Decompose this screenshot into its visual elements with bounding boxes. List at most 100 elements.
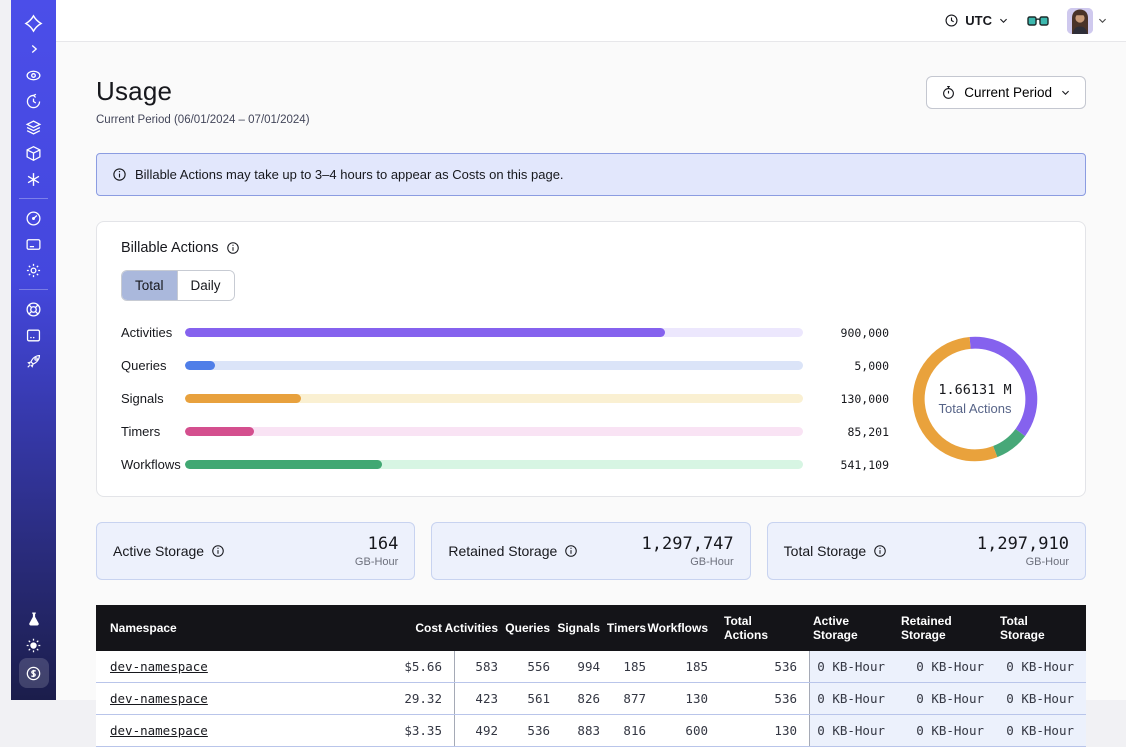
sidebar-item-billing[interactable] [19,231,49,257]
table-body: dev-namespace $5.66 583 556 994 185 185 … [96,651,1086,746]
sidebar-item-labs[interactable] [19,606,49,632]
content: Usage Current Period (06/01/2024 – 07/01… [56,76,1126,747]
clock-icon [944,13,959,28]
theme-toggle-button[interactable] [19,632,49,658]
flask-icon [26,611,42,627]
bar-label: Timers [121,424,185,439]
avatar-image [1067,8,1093,34]
bar-label: Workflows [121,457,185,472]
chevron-right-icon [27,42,41,56]
bar-fill [185,361,215,370]
sidebar-item-namespaces[interactable] [19,140,49,166]
cell-activities: 423 [454,683,510,714]
layers-icon [25,119,42,136]
cell-total-actions: 536 [720,651,809,682]
temporal-logo[interactable] [19,10,49,36]
cell-active-storage: 0 KB-Hour [809,715,897,746]
table-row: dev-namespace 29.32 423 561 826 877 130 … [96,682,1086,714]
bar-label: Signals [121,391,185,406]
bar-value: 5,000 [803,359,889,373]
bar-row-signals: Signals 130,000 [121,391,889,406]
cell-cost: $5.66 [356,651,454,682]
donut-total-value: 1.66131 M [938,382,1011,398]
namespace-link[interactable]: dev-namespace [110,659,208,674]
period-selector-button[interactable]: Current Period [926,76,1086,109]
bar-row-queries: Queries 5,000 [121,358,889,373]
cell-retained-storage: 0 KB-Hour [897,683,996,714]
retained-storage-info-icon[interactable] [564,544,578,558]
active-storage-info-icon[interactable] [211,544,225,558]
cell-signals: 826 [562,683,612,714]
sidebar-divider [19,198,48,199]
sidebar-item-support[interactable] [19,296,49,322]
tab-daily[interactable]: Daily [177,271,234,300]
col-activities: Activities [454,605,510,651]
storage-card-label: Active Storage [113,543,204,559]
cell-total-actions: 130 [720,715,809,746]
sun-icon [25,637,42,654]
sidebar-item-deployments[interactable] [19,114,49,140]
total-storage-info-icon[interactable] [873,544,887,558]
bar-value: 541,109 [803,458,889,472]
page-header: Usage Current Period (06/01/2024 – 07/01… [96,76,1086,126]
cell-total-storage: 0 KB-Hour [996,683,1086,714]
avatar [1067,8,1093,34]
temporal-logo-icon [24,14,43,33]
storage-card-label: Retained Storage [448,543,557,559]
namespace-link[interactable]: dev-namespace [110,723,208,738]
period-button-label: Current Period [964,85,1052,100]
cell-cost: 29.32 [356,683,454,714]
user-menu[interactable] [1067,8,1108,34]
storage-summary-row: Active Storage 164 GB-Hour Retained Stor… [96,522,1086,580]
sidebar-item-feedback[interactable] [19,322,49,348]
storage-card-value: 1,297,747 [642,534,734,554]
billable-actions-title: Billable Actions [121,240,219,256]
bar-fill [185,328,665,337]
bar-value: 85,201 [803,425,889,439]
storage-card-unit: GB-Hour [977,556,1069,568]
cell-workflows: 185 [658,651,720,682]
cell-queries: 536 [510,715,562,746]
cell-retained-storage: 0 KB-Hour [897,715,996,746]
col-retained-storage: Retained Storage [897,605,996,651]
table-header-row: Namespace Cost Activities Queries Signal… [96,605,1086,651]
total-storage-card: Total Storage 1,297,910 GB-Hour [767,522,1086,580]
sidebar-item-schedules[interactable] [19,88,49,114]
cell-signals: 883 [562,715,612,746]
col-cost: Cost [356,605,454,651]
tab-total[interactable]: Total [122,271,177,300]
sidebar-item-nexus[interactable] [19,166,49,192]
sidebar-item-settings[interactable] [19,257,49,283]
retry-clock-icon [25,93,42,110]
cell-active-storage: 0 KB-Hour [809,683,897,714]
retained-storage-card: Retained Storage 1,297,747 GB-Hour [431,522,750,580]
page-title: Usage [96,76,310,107]
bar-fill [185,427,254,436]
chevron-down-icon [1060,87,1071,98]
billable-chart: Activities 900,000 Queries 5,000 Signals… [121,325,1061,472]
storage-card-unit: GB-Hour [642,556,734,568]
cell-signals: 994 [562,651,612,682]
sidebar-item-getting-started[interactable] [19,348,49,374]
sidebar-item-insights[interactable] [19,62,49,88]
feedback-terminal-icon [25,327,42,344]
stopwatch-icon [941,85,956,100]
col-queries: Queries [510,605,562,651]
bar-track [185,427,803,436]
bar-label: Queries [121,358,185,373]
sidebar-item-usage-billing-active[interactable] [19,658,49,688]
namespace-link[interactable]: dev-namespace [110,691,208,706]
collapse-sidebar-button[interactable] [19,36,49,62]
billable-info-icon[interactable] [226,241,240,255]
sidebar-item-usage-dashboard[interactable] [19,205,49,231]
timezone-selector[interactable]: UTC [944,13,1009,28]
chevron-down-icon [998,15,1009,26]
banner-text: Billable Actions may take up to 3–4 hour… [135,167,564,182]
cell-total-actions: 536 [720,683,809,714]
col-signals: Signals [562,605,612,651]
billable-actions-card: Billable Actions Total Daily Activities … [96,221,1086,497]
topbar: UTC [56,0,1126,42]
accessibility-glasses-button[interactable] [1027,14,1049,28]
credit-card-icon [25,236,42,253]
bar-track [185,361,803,370]
